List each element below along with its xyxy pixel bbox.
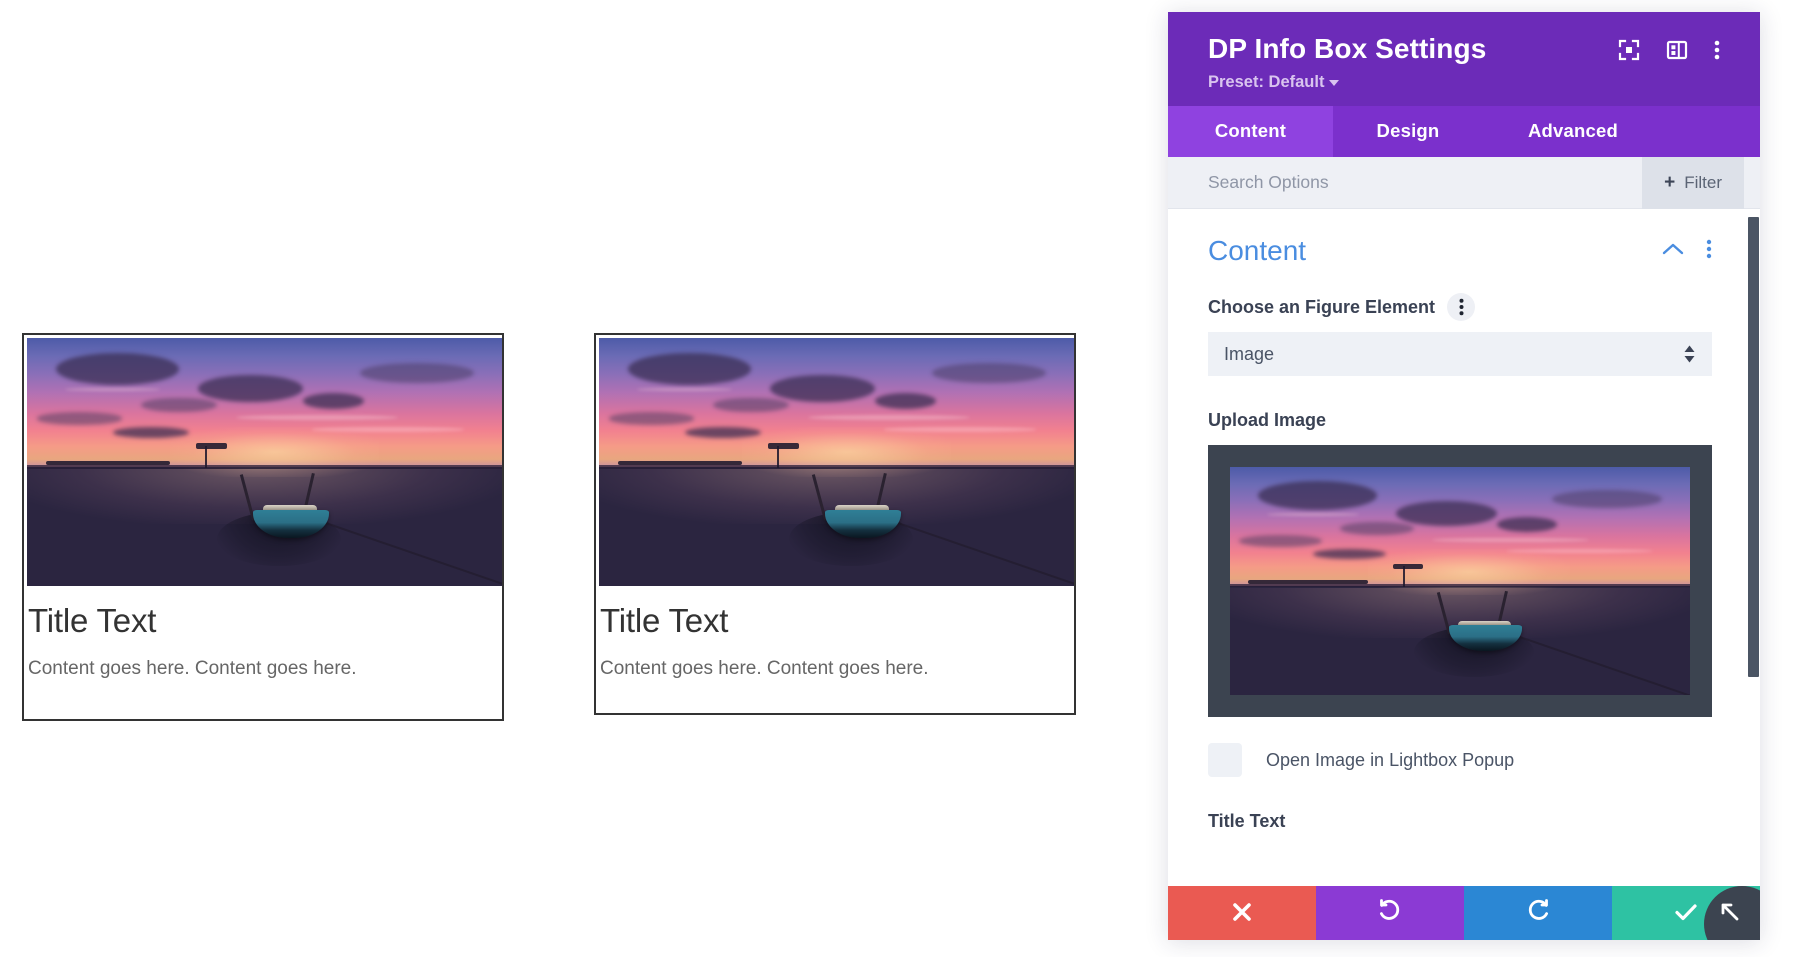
panel-header: DP Info Box Settings Preset: Default bbox=[1168, 12, 1760, 106]
panel-scrollbar[interactable] bbox=[1747, 209, 1760, 886]
filter-button[interactable]: + Filter bbox=[1642, 156, 1744, 209]
layout-panel-icon[interactable] bbox=[1666, 39, 1688, 66]
sunset-boat-photo bbox=[1230, 467, 1690, 695]
chevron-up-icon[interactable] bbox=[1662, 242, 1684, 261]
redo-button[interactable] bbox=[1464, 886, 1612, 940]
upload-image-label: Upload Image bbox=[1208, 410, 1327, 430]
focus-target-icon[interactable] bbox=[1618, 39, 1640, 66]
info-box-left-body: Title Text Content goes here. Content go… bbox=[24, 586, 502, 719]
section-title: Content bbox=[1208, 235, 1307, 266]
panel-scrollbar-thumb[interactable] bbox=[1748, 217, 1759, 677]
panel-scroll-area: Content Choose an Figure Element Image U… bbox=[1168, 209, 1760, 886]
panel-title: DP Info Box Settings bbox=[1208, 33, 1487, 64]
section-header-content: Content bbox=[1208, 235, 1712, 267]
panel-tabs: Content Design Advanced bbox=[1168, 106, 1760, 157]
panel-footer bbox=[1168, 886, 1760, 940]
search-bar: + Filter bbox=[1168, 156, 1760, 209]
upload-image-preview[interactable] bbox=[1230, 467, 1690, 695]
check-icon bbox=[1673, 899, 1699, 928]
info-box-right-content[interactable]: Content goes here. Content goes here. bbox=[598, 641, 1074, 684]
undo-button[interactable] bbox=[1316, 886, 1464, 940]
figure-element-label: Choose an Figure Element bbox=[1208, 296, 1436, 317]
tab-design[interactable]: Design bbox=[1333, 106, 1483, 157]
title-text-field-label: Title Text bbox=[1208, 811, 1286, 831]
info-box-right-body: Title Text Content goes here. Content go… bbox=[596, 586, 1074, 713]
plus-icon: + bbox=[1664, 171, 1676, 193]
settings-form: Content Choose an Figure Element Image U… bbox=[1168, 209, 1760, 842]
chevron-down-icon bbox=[1329, 79, 1340, 86]
info-box-right-title[interactable]: Title Text bbox=[598, 596, 1074, 641]
tab-advanced[interactable]: Advanced bbox=[1483, 106, 1663, 157]
info-box-right-image[interactable] bbox=[599, 338, 1074, 586]
select-updown-icon bbox=[1683, 344, 1696, 364]
redo-icon bbox=[1525, 898, 1551, 928]
undo-icon bbox=[1377, 898, 1403, 928]
lightbox-checkbox[interactable] bbox=[1208, 743, 1242, 777]
figure-element-select-value: Image bbox=[1224, 343, 1275, 364]
info-box-left-image[interactable] bbox=[27, 338, 502, 586]
tab-content[interactable]: Content bbox=[1168, 106, 1333, 157]
info-box-left-title[interactable]: Title Text bbox=[26, 596, 502, 641]
cancel-button[interactable] bbox=[1168, 886, 1316, 940]
figure-element-options-icon[interactable] bbox=[1447, 293, 1476, 321]
search-input[interactable] bbox=[1208, 172, 1643, 193]
info-box-left[interactable]: Title Text Content goes here. Content go… bbox=[22, 333, 504, 721]
settings-panel: DP Info Box Settings Preset: Default Con… bbox=[1168, 12, 1760, 940]
screen-root: Title Text Content goes here. Content go… bbox=[0, 0, 1800, 957]
preset-label: Preset: Default bbox=[1208, 73, 1325, 91]
sunset-boat-photo bbox=[27, 338, 502, 586]
info-box-left-content[interactable]: Content goes here. Content goes here. bbox=[26, 641, 502, 684]
figure-element-label-row: Choose an Figure Element bbox=[1208, 293, 1712, 321]
lightbox-checkbox-label[interactable]: Open Image in Lightbox Popup bbox=[1266, 750, 1514, 771]
sunset-boat-photo bbox=[599, 338, 1074, 586]
filter-button-label: Filter bbox=[1684, 172, 1722, 192]
preset-selector[interactable]: Preset: Default bbox=[1208, 73, 1340, 92]
page-canvas: Title Text Content goes here. Content go… bbox=[0, 0, 1168, 957]
lightbox-checkbox-row: Open Image in Lightbox Popup bbox=[1208, 743, 1712, 777]
more-vertical-icon[interactable] bbox=[1714, 39, 1720, 66]
info-box-right[interactable]: Title Text Content goes here. Content go… bbox=[594, 333, 1076, 715]
cancel-icon bbox=[1230, 900, 1254, 927]
section-more-vertical-icon[interactable] bbox=[1706, 239, 1712, 264]
upload-image-box[interactable] bbox=[1208, 445, 1712, 717]
figure-element-select[interactable]: Image bbox=[1208, 332, 1712, 376]
panel-header-icons bbox=[1618, 34, 1720, 66]
